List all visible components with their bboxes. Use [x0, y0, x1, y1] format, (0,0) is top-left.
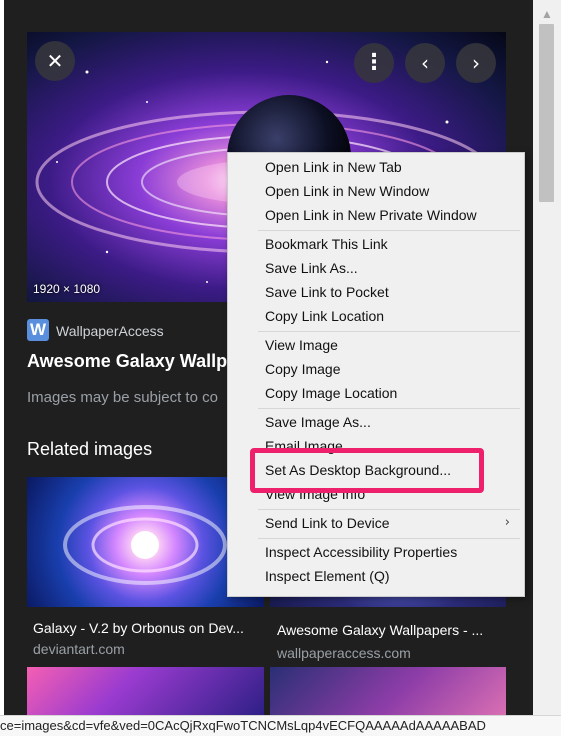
- menu-item-label: Send Link to Device: [265, 515, 390, 531]
- menu-inspect-accessibility[interactable]: Inspect Accessibility Properties: [228, 541, 524, 565]
- source-site-link[interactable]: WallpaperAccess: [56, 323, 164, 339]
- more-vertical-icon: ⋮: [363, 50, 385, 75]
- source-logo-icon[interactable]: W: [27, 319, 49, 341]
- menu-separator: [258, 230, 520, 231]
- menu-copy-link-location[interactable]: Copy Link Location: [228, 305, 524, 329]
- menu-separator: [258, 331, 520, 332]
- menu-save-image-as[interactable]: Save Image As...: [228, 411, 524, 435]
- menu-open-link-new-tab[interactable]: Open Link in New Tab: [228, 156, 524, 180]
- menu-item-label: Copy Link Location: [265, 308, 385, 324]
- menu-item-label: Bookmark This Link: [265, 236, 388, 252]
- scroll-up-arrow-icon[interactable]: ▲: [533, 6, 561, 22]
- menu-copy-image-location[interactable]: Copy Image Location: [228, 382, 524, 406]
- menu-item-label: Open Link in New Private Window: [265, 207, 477, 223]
- menu-save-link-as[interactable]: Save Link As...: [228, 257, 524, 281]
- related-image-domain: wallpaperaccess.com: [277, 645, 411, 661]
- more-options-button[interactable]: ⋮: [354, 43, 394, 83]
- menu-separator: [258, 509, 520, 510]
- image-title-link[interactable]: Awesome Galaxy Wallpa: [27, 351, 237, 372]
- menu-open-link-private-window[interactable]: Open Link in New Private Window: [228, 204, 524, 228]
- chevron-right-icon: ›: [472, 51, 480, 75]
- next-image-button[interactable]: ›: [456, 43, 496, 83]
- menu-open-link-new-window[interactable]: Open Link in New Window: [228, 180, 524, 204]
- menu-bookmark-link[interactable]: Bookmark This Link: [228, 233, 524, 257]
- chevron-left-icon: ‹: [421, 51, 429, 75]
- menu-view-image[interactable]: View Image: [228, 334, 524, 358]
- related-image-thumbnail[interactable]: [27, 667, 264, 715]
- menu-copy-image[interactable]: Copy Image: [228, 358, 524, 382]
- previous-image-button[interactable]: ‹: [405, 43, 445, 83]
- menu-item-label: Save Link As...: [265, 260, 358, 276]
- menu-item-label: Save Link to Pocket: [265, 284, 389, 300]
- close-button[interactable]: ✕: [35, 41, 75, 81]
- related-image-domain: deviantart.com: [33, 641, 125, 657]
- related-image-title[interactable]: Galaxy - V.2 by Orbonus on Dev...: [33, 620, 244, 636]
- chevron-right-icon: ›: [504, 515, 510, 530]
- related-image-thumbnail[interactable]: [270, 667, 506, 715]
- related-image-title[interactable]: Awesome Galaxy Wallpapers - ...: [277, 622, 483, 638]
- close-icon: ✕: [46, 49, 64, 73]
- menu-item-label: Copy Image Location: [265, 385, 398, 401]
- menu-item-label: Copy Image: [265, 361, 341, 377]
- menu-item-label: Save Image As...: [265, 414, 371, 430]
- status-bar-url: ce=images&cd=vfe&ved=0CAcQjRxqFwoTCNCMsL…: [0, 715, 561, 736]
- menu-inspect-element[interactable]: Inspect Element (Q): [228, 565, 524, 589]
- menu-separator: [258, 538, 520, 539]
- menu-save-link-pocket[interactable]: Save Link to Pocket: [228, 281, 524, 305]
- menu-item-label: Open Link in New Window: [265, 183, 430, 199]
- highlight-annotation-box: [250, 448, 484, 493]
- related-images-heading: Related images: [27, 439, 153, 459]
- menu-item-label: Inspect Accessibility Properties: [265, 544, 458, 560]
- menu-item-label: Open Link in New Tab: [265, 159, 402, 175]
- vertical-scrollbar[interactable]: ▲: [533, 0, 561, 715]
- context-menu: Open Link in New Tab Open Link in New Wi…: [227, 152, 525, 597]
- image-dimensions: 1920 × 1080: [33, 282, 101, 296]
- menu-separator: [258, 408, 520, 409]
- scroll-thumb[interactable]: [539, 24, 554, 202]
- menu-send-link-to-device[interactable]: Send Link to Device ›: [228, 512, 524, 536]
- menu-item-label: Inspect Element (Q): [265, 568, 390, 584]
- menu-item-label: View Image: [265, 337, 338, 353]
- copyright-notice: Images may be subject to co: [27, 389, 218, 406]
